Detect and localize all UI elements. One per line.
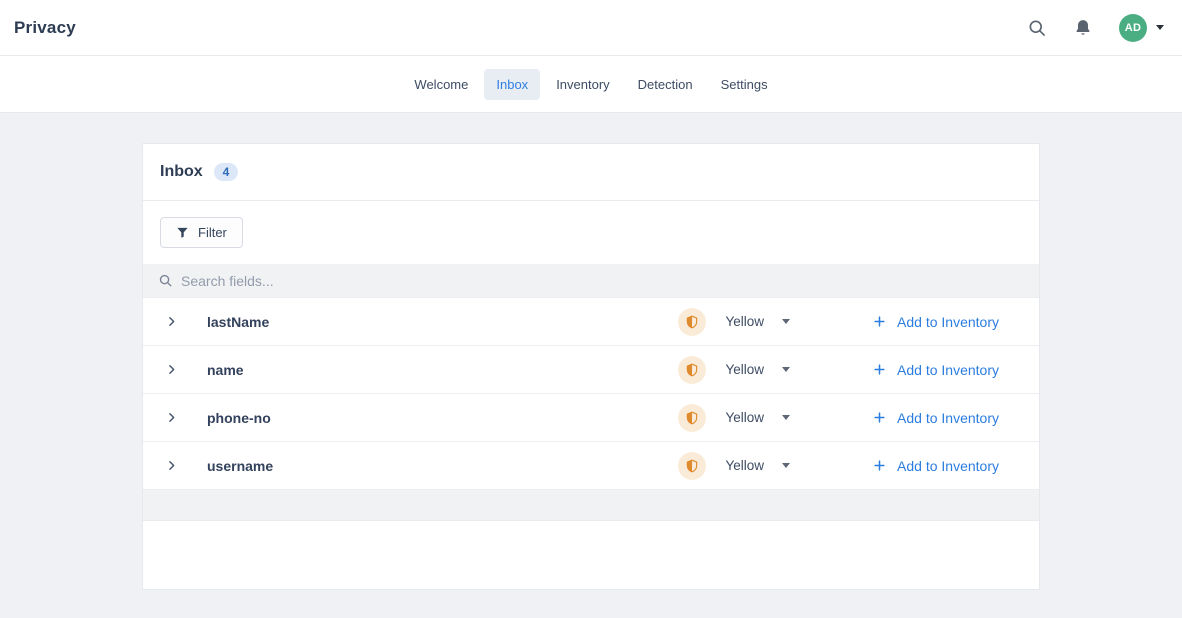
- user-menu[interactable]: AD: [1119, 14, 1164, 42]
- inbox-title: Inbox: [160, 163, 203, 181]
- classification-value: Yellow: [726, 362, 765, 377]
- table-row: name Yellow Add to Inventory: [143, 346, 1039, 394]
- tab-detection[interactable]: Detection: [626, 69, 705, 100]
- add-to-inventory-button[interactable]: Add to Inventory: [873, 314, 999, 330]
- classification-select[interactable]: Yellow: [726, 458, 791, 473]
- plus-icon: [873, 363, 886, 376]
- page-title: Privacy: [14, 18, 76, 38]
- fields-list: lastName Yellow Add to Inventory: [143, 298, 1039, 490]
- add-to-inventory-label: Add to Inventory: [897, 314, 999, 330]
- list-footer-strip: [143, 490, 1039, 521]
- add-to-inventory-button[interactable]: Add to Inventory: [873, 458, 999, 474]
- classification-value: Yellow: [726, 458, 765, 473]
- inbox-count-badge: 4: [214, 163, 239, 181]
- filter-button[interactable]: Filter: [160, 217, 243, 248]
- field-name: username: [207, 458, 678, 474]
- main-nav: WelcomeInboxInventoryDetectionSettings: [0, 56, 1182, 113]
- search-icon: [158, 273, 173, 288]
- filter-icon: [176, 226, 189, 239]
- table-row: lastName Yellow Add to Inventory: [143, 298, 1039, 346]
- tab-inventory[interactable]: Inventory: [544, 69, 621, 100]
- shield-icon: [678, 356, 706, 384]
- top-header: Privacy AD: [0, 0, 1182, 56]
- avatar: AD: [1119, 14, 1147, 42]
- shield-icon: [678, 404, 706, 432]
- shield-icon: [678, 452, 706, 480]
- bell-icon[interactable]: [1073, 18, 1093, 38]
- add-to-inventory-label: Add to Inventory: [897, 362, 999, 378]
- add-to-inventory-label: Add to Inventory: [897, 458, 999, 474]
- classification-select[interactable]: Yellow: [726, 362, 791, 377]
- caret-down-icon: [782, 319, 790, 324]
- tab-inbox[interactable]: Inbox: [484, 69, 540, 100]
- classification-select[interactable]: Yellow: [726, 314, 791, 329]
- table-row: phone-no Yellow Add to Inventory: [143, 394, 1039, 442]
- add-to-inventory-button[interactable]: Add to Inventory: [873, 362, 999, 378]
- caret-down-icon: [782, 415, 790, 420]
- field-name: phone-no: [207, 410, 678, 426]
- chevron-right-icon[interactable]: [165, 363, 179, 376]
- classification-value: Yellow: [726, 314, 765, 329]
- plus-icon: [873, 459, 886, 472]
- toolbar: Filter: [143, 201, 1039, 264]
- chevron-right-icon[interactable]: [165, 411, 179, 424]
- app-window: Privacy AD WelcomeInboxInventoryDetectio…: [0, 0, 1182, 618]
- chevron-right-icon[interactable]: [165, 315, 179, 328]
- search-icon[interactable]: [1027, 18, 1047, 38]
- field-name: lastName: [207, 314, 678, 330]
- chevron-right-icon[interactable]: [165, 459, 179, 472]
- caret-down-icon: [1156, 25, 1164, 30]
- header-actions: AD: [1027, 14, 1164, 42]
- add-to-inventory-button[interactable]: Add to Inventory: [873, 410, 999, 426]
- search-bar[interactable]: [143, 264, 1039, 298]
- search-input[interactable]: [181, 273, 1024, 289]
- caret-down-icon: [782, 463, 790, 468]
- add-to-inventory-label: Add to Inventory: [897, 410, 999, 426]
- tab-welcome[interactable]: Welcome: [402, 69, 480, 100]
- table-row: username Yellow Add to Inventory: [143, 442, 1039, 490]
- inbox-card: Inbox 4 Filter: [142, 143, 1040, 590]
- plus-icon: [873, 411, 886, 424]
- classification-value: Yellow: [726, 410, 765, 425]
- card-header: Inbox 4: [143, 144, 1039, 201]
- main-area: Inbox 4 Filter: [0, 113, 1182, 618]
- plus-icon: [873, 315, 886, 328]
- field-name: name: [207, 362, 678, 378]
- caret-down-icon: [782, 367, 790, 372]
- classification-select[interactable]: Yellow: [726, 410, 791, 425]
- tab-settings[interactable]: Settings: [709, 69, 780, 100]
- filter-button-label: Filter: [198, 225, 227, 240]
- shield-icon: [678, 308, 706, 336]
